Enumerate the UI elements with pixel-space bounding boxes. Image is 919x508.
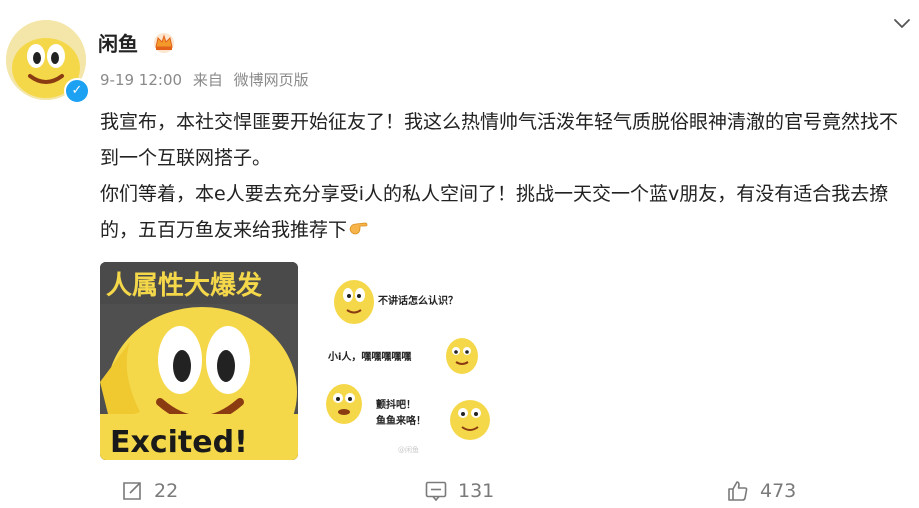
chevron-down-icon[interactable] [891,12,913,34]
chick-sticker-1 [334,280,374,324]
image2-line-3a: 颤抖吧！ [376,398,416,411]
comment-button[interactable]: 131 [424,478,494,504]
like-count: 473 [760,480,797,502]
image2-line-2: 小i人，嘿嘿嘿嘿嘿 [327,350,411,363]
repost-button[interactable]: 22 [120,478,178,504]
post-content: 我宣布，本社交悍匪要开始征友了！我这么热情帅气活泼年轻气质脱俗眼神清澈的官号竟然… [100,104,910,248]
like-button[interactable]: 473 [726,478,796,504]
verified-badge-icon: ✓ [64,78,90,104]
image2-question-1: 不讲话怎么认识？ [378,294,458,307]
comment-count: 131 [458,480,495,502]
image2-watermark: @闲鱼 [398,445,419,454]
post-meta: 9-19 12:00 来自 微博网页版 [100,69,315,90]
source-prefix: 来自 [192,71,223,89]
pointing-hand-emoji [349,222,368,235]
post-paragraph-2-text: 你们等着，本e人要去充分享受i人的私人空间了！挑战一天交一个蓝v朋友，有没有适合… [100,183,889,241]
chick-sticker-3 [326,384,362,424]
post-paragraph-2: 你们等着，本e人要去充分享受i人的私人空间了！挑战一天交一个蓝v朋友，有没有适合… [100,176,910,248]
crown-icon[interactable] [152,30,176,54]
post-paragraph-1: 我宣布，本社交悍匪要开始征友了！我这么热情帅气活泼年轻气质脱俗眼神清澈的官号竟然… [100,111,899,169]
image2-line-3b: 鱼鱼来咯！ [376,414,426,427]
chick-sticker-2 [446,338,478,374]
repost-icon [123,482,141,500]
image1-top-text: 人属性大爆发 [106,270,262,301]
chick-sticker-4 [450,400,490,440]
post-image-2[interactable]: 不讲话怎么认识？ 小i人，嘿嘿嘿嘿嘿 颤抖吧！ 鱼鱼来咯！ @闲鱼 [310,262,508,460]
repost-count: 22 [154,480,179,502]
post-image-1[interactable]: 人属性大爆发 Excited! [100,262,298,460]
post-source[interactable]: 微博网页版 [234,71,309,89]
comment-icon [425,481,447,502]
action-bar: 22 131 473 [0,478,919,508]
image1-bottom-text: Excited! [110,425,248,460]
post-time[interactable]: 9-19 12:00 [100,71,182,89]
username[interactable]: 闲鱼 [98,28,138,57]
thumbs-up-icon [728,481,748,501]
